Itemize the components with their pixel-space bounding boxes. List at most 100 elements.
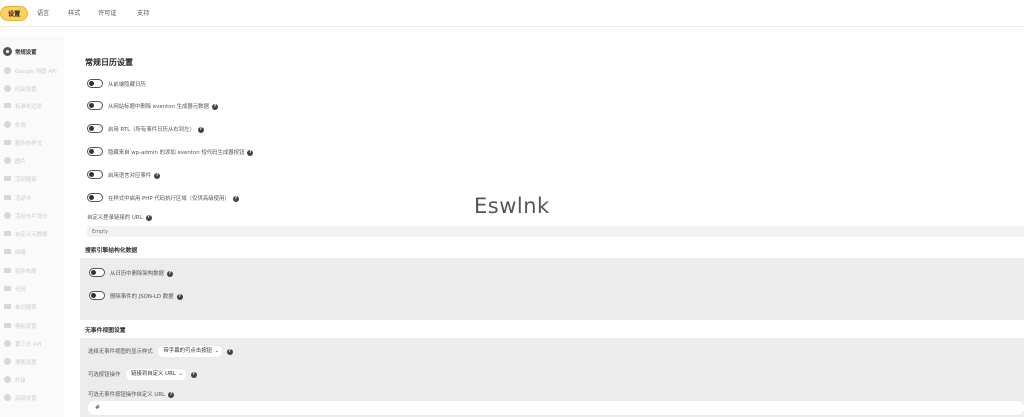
toggle-label: 启用 RTL（所有事件日历从右到左） xyxy=(108,127,195,133)
sidebar-item-label: 常规设置 xyxy=(15,50,37,56)
settings-main-panel: 常规日历设置 从前端隐藏日历 从网站标题中删除 eventon 生成器元数据? … xyxy=(68,38,1024,417)
sidebar-item-custom-meta[interactable]: 自定义元数据 xyxy=(0,227,64,241)
help-icon[interactable]: ? xyxy=(190,371,197,378)
toggle-switch[interactable] xyxy=(87,170,103,179)
sidebar-item-label: 代码 xyxy=(15,287,26,293)
card-icon xyxy=(4,194,11,201)
tools-icon xyxy=(4,212,11,219)
toggle-label: 启用语言对应事件 xyxy=(108,173,152,179)
toggle-switch[interactable] xyxy=(87,147,103,156)
sidebar-item-upgrade[interactable]: 升级 xyxy=(0,373,64,387)
sidebar-item-time[interactable]: 时间设置 xyxy=(0,82,64,96)
help-icon[interactable]: ? xyxy=(176,293,183,300)
calendar-icon xyxy=(4,175,11,182)
sidebar-item-third-party-api[interactable]: 第三方 API xyxy=(0,337,64,351)
help-icon[interactable]: ? xyxy=(166,270,173,277)
toggle-switch[interactable] xyxy=(87,193,103,202)
rocket-icon xyxy=(4,376,11,383)
button-action-select[interactable]: 链接到自定义 URL ⌄ xyxy=(126,369,186,380)
custom-login-url-input[interactable] xyxy=(87,226,1024,237)
toggle-switch[interactable] xyxy=(87,124,103,133)
tab-settings[interactable]: 设置 xyxy=(0,6,29,21)
sidebar-item-label: 组件布局 xyxy=(15,269,37,275)
sidebar-item-word-search[interactable]: 单词搜索 xyxy=(0,300,64,314)
sidebar-item-label: 时间设置 xyxy=(15,87,37,93)
sidebar-item-label: 活动链接 xyxy=(15,177,37,183)
sidebar-item-label: 模板设置 xyxy=(15,324,37,330)
sidebar-item-extra-styles[interactable]: 额外的样式 xyxy=(0,136,64,150)
help-icon[interactable]: ? xyxy=(168,391,175,398)
select-value: 带字幕的可点击按钮 xyxy=(163,348,212,354)
sidebar-item-label: 高级设置 xyxy=(15,396,37,402)
toggle-label: 隐藏来自 wp-admin 的添加 eventon 短代码生成器按钮 xyxy=(108,150,245,156)
template-icon xyxy=(4,322,11,329)
no-events-style-row: 选择无事件视图的显示样式 带字幕的可点击按钮 ⌄ ? xyxy=(88,346,1024,357)
search-icon xyxy=(4,358,11,365)
sidebar-item-label: 网格 xyxy=(15,250,26,256)
tab-language[interactable]: 语言 xyxy=(30,6,56,21)
help-icon[interactable]: ? xyxy=(145,214,152,221)
sidebar-item-label: 活动卡片设计 xyxy=(15,214,48,220)
map-pin-icon xyxy=(4,67,11,74)
clock-icon xyxy=(4,85,11,92)
top-tab-bar: 设置 语言 样式 许可证 支持 xyxy=(0,0,1024,27)
sidebar-item-label: 图片 xyxy=(15,159,26,165)
toggle-switch[interactable] xyxy=(89,291,105,300)
brush-icon xyxy=(4,139,11,146)
sidebar-item-event-links[interactable]: 活动链接 xyxy=(0,172,64,186)
sidebar-item-templates[interactable]: 模板设置 xyxy=(0,319,64,333)
custom-url-label: 自定义登录链接的 URL xyxy=(87,215,143,221)
sidebar-item-general[interactable]: 常规设置 xyxy=(0,45,64,59)
sidebar-item-label: 自定义元数据 xyxy=(15,232,48,238)
toggle-switch[interactable] xyxy=(87,79,103,88)
sidebar-item-label: 活动卡 xyxy=(15,196,32,202)
help-icon[interactable]: ? xyxy=(232,195,239,202)
toggle-label: 从前端隐藏日历 xyxy=(108,82,146,88)
sidebar-item-label: 第三方 API xyxy=(15,342,42,348)
sidebar-item-card-design[interactable]: 活动卡片设计 xyxy=(0,209,64,223)
toggle-label: 删除事件的 JSON-LD 数据 xyxy=(110,294,174,300)
sidebar-item-label: 额外的样式 xyxy=(15,141,42,147)
sidebar-item-google-maps[interactable]: Google 地图 API xyxy=(0,64,64,78)
sidebar-item-label: Google 地图 API xyxy=(15,69,57,75)
toggle-switch[interactable] xyxy=(87,101,103,110)
chart-icon xyxy=(4,248,11,255)
sidebar-item-images[interactable]: 图片 xyxy=(0,154,64,168)
sidebar-item-filter[interactable]: 标准化过滤 xyxy=(0,99,64,113)
sidebar-item-label: 搜索设置 xyxy=(15,360,37,366)
button-action-row: 可选按钮操作 链接到自定义 URL ⌄ ? xyxy=(88,369,1024,380)
help-icon[interactable]: ? xyxy=(154,172,161,179)
no-events-section-title: 无事件视图设置 xyxy=(85,328,126,334)
tab-styles[interactable]: 样式 xyxy=(61,6,87,21)
toggle-label: 在样式中启用 PHP 代码执行区域（仅供高级使用） xyxy=(108,196,230,202)
tab-support[interactable]: 支持 xyxy=(130,6,156,21)
eye-icon xyxy=(4,121,11,128)
sidebar-item-search[interactable]: 搜索设置 xyxy=(0,355,64,369)
sidebar-item-code[interactable]: 代码 xyxy=(0,282,64,296)
filter-icon xyxy=(4,102,11,109)
sidebar-item-event-card[interactable]: 活动卡 xyxy=(0,191,64,205)
help-icon[interactable]: ? xyxy=(247,149,254,156)
help-icon[interactable]: ? xyxy=(226,348,233,355)
code-icon xyxy=(4,285,11,292)
sidebar-item-grid[interactable]: 网格 xyxy=(0,245,64,259)
sidebar-item-appearance[interactable]: 外观 xyxy=(0,118,64,132)
help-icon[interactable]: ? xyxy=(197,126,204,133)
custom-action-url-input[interactable]: # xyxy=(88,401,1024,415)
sidebar-item-advanced[interactable]: 高级设置 xyxy=(0,391,64,405)
section-title: 常规日历设置 xyxy=(85,58,133,67)
gear-icon xyxy=(4,48,11,55)
chevron-down-icon: ⌄ xyxy=(178,371,183,377)
help-icon[interactable]: ? xyxy=(211,103,218,110)
settings-icon xyxy=(4,394,11,401)
sidebar-item-label: 标准化过滤 xyxy=(15,104,42,110)
tab-license[interactable]: 许可证 xyxy=(91,6,124,21)
sidebar-item-label: 升级 xyxy=(15,378,26,384)
sidebar-item-layout[interactable]: 组件布局 xyxy=(0,264,64,278)
document-icon xyxy=(4,267,11,274)
toggle-switch[interactable] xyxy=(89,268,105,277)
custom-action-url-label: 可选无事件按钮操作自定义 URL xyxy=(88,392,166,398)
no-events-style-select[interactable]: 带字幕的可点击按钮 ⌄ xyxy=(158,346,222,357)
no-events-style-label: 选择无事件视图的显示样式 xyxy=(88,349,153,355)
toggle-label: 从日历中删除架构数据 xyxy=(110,271,164,277)
